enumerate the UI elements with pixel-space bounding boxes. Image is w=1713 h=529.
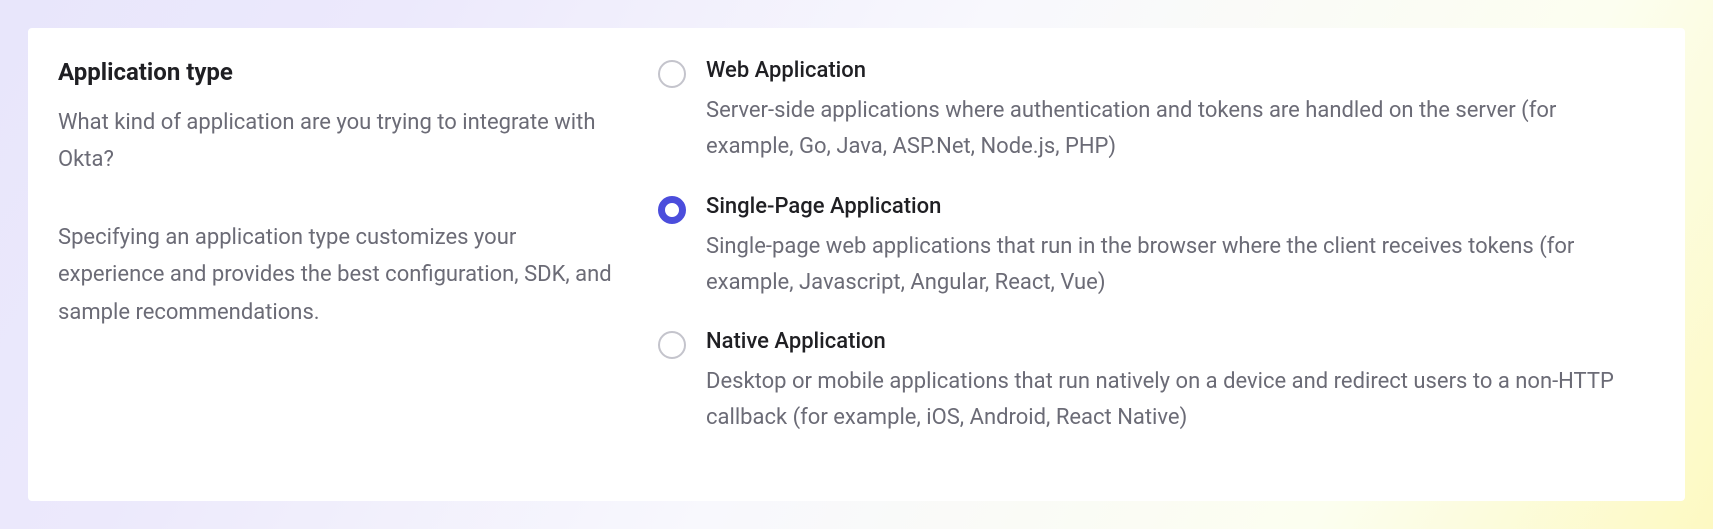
option-body: Single-Page Application Single-page web … [706,194,1645,302]
options-list: Web Application Server-side applications… [658,58,1645,471]
option-native-application: Native Application Desktop or mobile app… [658,329,1645,437]
section-title: Application type [58,58,618,86]
radio-single-page-application[interactable] [658,196,686,224]
option-desc: Desktop or mobile applications that run … [706,364,1645,437]
radio-native-application[interactable] [658,331,686,359]
option-label[interactable]: Native Application [706,329,1645,354]
radio-web-application[interactable] [658,60,686,88]
option-body: Web Application Server-side applications… [706,58,1645,166]
section-info: Application type What kind of applicatio… [58,58,618,471]
option-desc: Single-page web applications that run in… [706,229,1645,302]
option-desc: Server-side applications where authentic… [706,93,1645,166]
option-label[interactable]: Single-Page Application [706,194,1645,219]
option-single-page-application: Single-Page Application Single-page web … [658,194,1645,302]
option-label[interactable]: Web Application [706,58,1645,83]
section-question: What kind of application are you trying … [58,104,618,179]
section-explain: Specifying an application type customize… [58,219,618,331]
option-body: Native Application Desktop or mobile app… [706,329,1645,437]
option-web-application: Web Application Server-side applications… [658,58,1645,166]
application-type-card: Application type What kind of applicatio… [28,28,1685,501]
